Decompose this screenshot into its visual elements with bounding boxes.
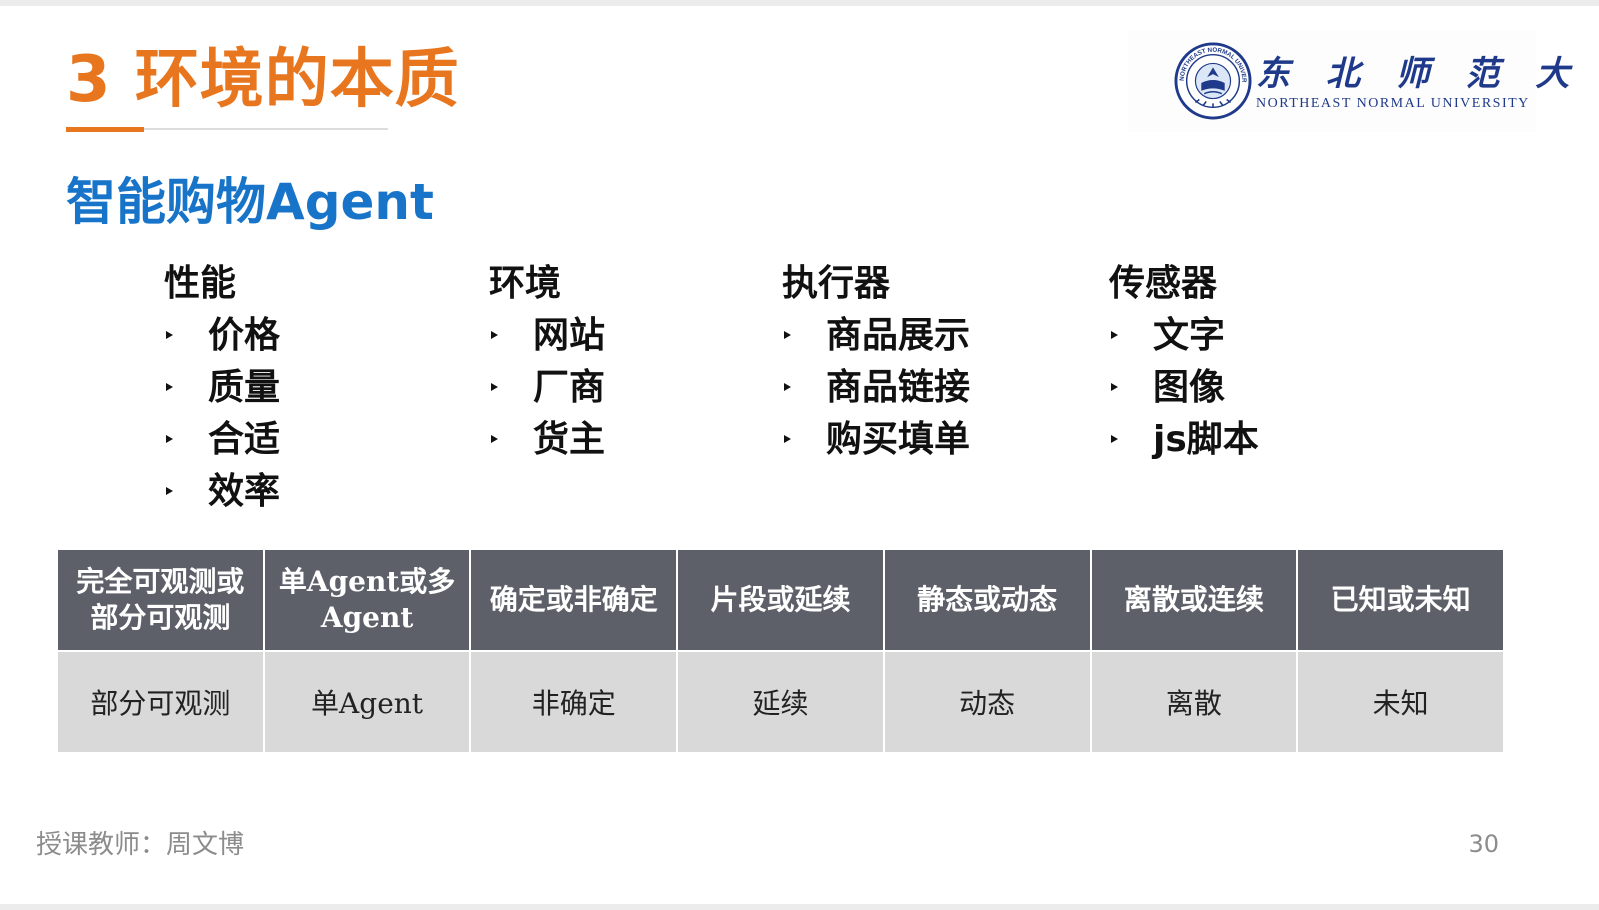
list-item-label: 货主 <box>533 419 606 460</box>
table-header-row: 完全可观测或 部分可观测 单Agent或多 Agent 确定或非确定 片段或延续 静… <box>56 548 1505 652</box>
table-cell: 部分可观测 <box>56 650 265 754</box>
university-seal-icon: NORTHEAST NORMAL UNIVERSITY <box>1174 42 1252 120</box>
list-item: 效率 <box>164 466 280 518</box>
list-item: 质量 <box>164 362 280 414</box>
table-cell: 未知 <box>1296 650 1505 754</box>
list-item-label: 商品链接 <box>826 367 971 408</box>
bullet-icon <box>166 383 173 391</box>
bullet-icon <box>784 383 791 391</box>
section-subtitle: 智能购物Agent <box>66 173 434 231</box>
bullet-icon <box>1111 331 1118 339</box>
list-item: 价格 <box>164 310 280 362</box>
page-number: 30 <box>1468 830 1499 858</box>
table-cell: 单Agent <box>262 650 472 754</box>
table-cell: 延续 <box>676 650 885 754</box>
university-name-en: NORTHEAST NORMAL UNIVERSITY <box>1256 96 1530 111</box>
bullet-icon <box>1111 435 1118 443</box>
peas-column-performance: 性能 价格 质量 合适 效率 <box>164 258 280 518</box>
bullet-icon <box>166 331 173 339</box>
list-item-label: 厂商 <box>533 367 606 408</box>
bullet-icon <box>784 435 791 443</box>
list-item: 文字 <box>1109 310 1225 362</box>
bullet-icon <box>1111 383 1118 391</box>
environment-properties-table: 完全可观测或 部分可观测 单Agent或多 Agent 确定或非确定 片段或延续 静… <box>56 548 1505 754</box>
table-cell: 离散 <box>1089 650 1299 754</box>
table-row: 部分可观测 单Agent 非确定 延续 动态 离散 未知 <box>56 650 1505 754</box>
university-name-cn: 东 北 师 范 大 学 <box>1256 54 1599 94</box>
list-item-label: js脚本 <box>1153 419 1259 460</box>
university-logo: NORTHEAST NORMAL UNIVERSITY 东 北 师 范 大 学 … <box>1128 30 1599 132</box>
table-header-cell: 单Agent或多 Agent <box>262 548 472 652</box>
list-item: 图像 <box>1109 362 1225 414</box>
list-item: 商品展示 <box>782 310 970 362</box>
list-item-label: 价格 <box>208 315 281 356</box>
list-item-label: 购买填单 <box>826 419 971 460</box>
list-item-label: 图像 <box>1153 367 1226 408</box>
table-cell: 非确定 <box>469 650 679 754</box>
list-item: 货主 <box>489 414 605 466</box>
column-heading: 性能 <box>164 263 237 304</box>
peas-column-environment: 环境 网站 厂商 货主 <box>489 258 605 466</box>
column-heading: 执行器 <box>782 263 891 304</box>
slide-title: 3 环境的本质 <box>66 43 460 117</box>
title-underline-accent <box>66 127 144 132</box>
list-item-label: 网站 <box>533 315 606 356</box>
table-cell: 动态 <box>882 650 1092 754</box>
bullet-icon <box>491 383 498 391</box>
bullet-icon <box>166 487 173 495</box>
peas-column-sensors: 传感器 文字 图像 js脚本 <box>1109 258 1259 466</box>
peas-column-actuators: 执行器 商品展示 商品链接 购买填单 <box>782 258 970 466</box>
table-header-cell: 离散或连续 <box>1089 548 1299 652</box>
instructor-footer: 授课教师：周文博 <box>36 830 245 860</box>
table-header-cell: 完全可观测或 部分可观测 <box>56 548 265 652</box>
list-item: js脚本 <box>1109 414 1259 466</box>
list-item: 厂商 <box>489 362 605 414</box>
bullet-icon <box>491 331 498 339</box>
slide: 3 环境的本质 NORTHEAST NORMAL UNIVERSITY 东 北 … <box>0 6 1599 904</box>
list-item: 合适 <box>164 414 280 466</box>
table-header-cell: 静态或动态 <box>882 548 1092 652</box>
list-item-label: 合适 <box>208 419 281 460</box>
bullet-icon <box>166 435 173 443</box>
list-item-label: 商品展示 <box>826 315 971 356</box>
bullet-icon <box>491 435 498 443</box>
bullet-icon <box>784 331 791 339</box>
column-heading: 环境 <box>489 263 562 304</box>
table-header-cell: 已知或未知 <box>1296 548 1505 652</box>
table-header-cell: 确定或非确定 <box>469 548 679 652</box>
column-heading: 传感器 <box>1109 263 1218 304</box>
table-header-cell: 片段或延续 <box>676 548 885 652</box>
list-item-label: 效率 <box>208 471 281 512</box>
list-item: 网站 <box>489 310 605 362</box>
list-item-label: 文字 <box>1153 315 1226 356</box>
list-item: 购买填单 <box>782 414 970 466</box>
list-item: 商品链接 <box>782 362 970 414</box>
list-item-label: 质量 <box>208 367 281 408</box>
